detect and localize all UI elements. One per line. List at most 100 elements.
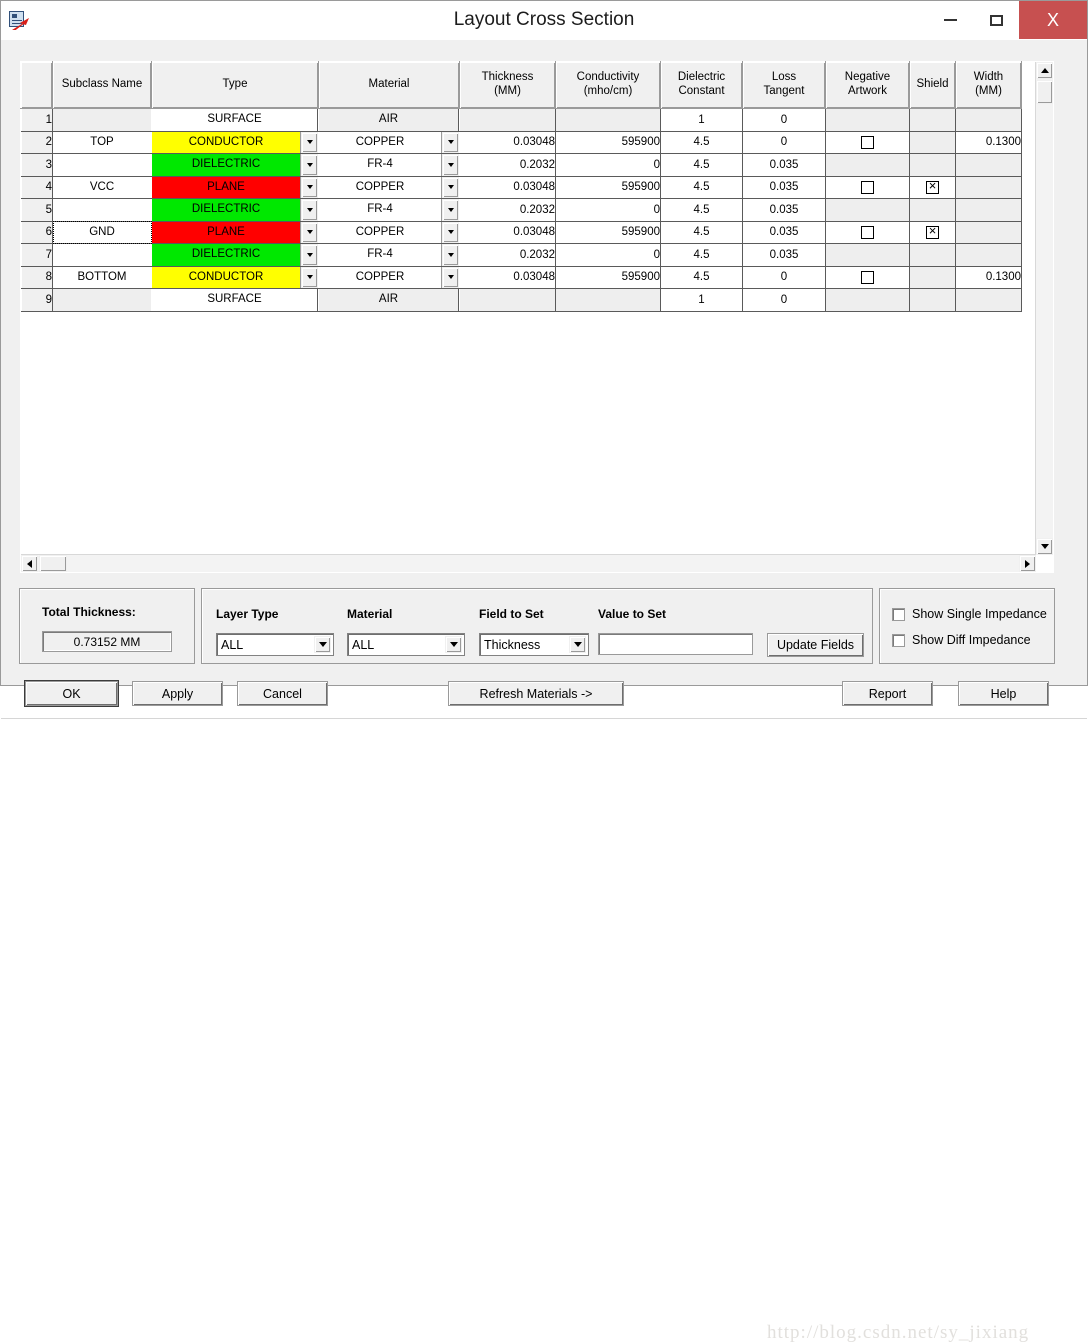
- column-header-loss-tangent[interactable]: Loss Tangent: [742, 61, 826, 109]
- table-row[interactable]: 3 DIELECTRIC FR-4 0.2032 0 4.5 0.035: [20, 153, 1022, 177]
- table-row[interactable]: 2 TOP CONDUCTOR COPPER 0.03048 595900 4.5 0 0.13…: [20, 131, 1022, 154]
- row-number-cell[interactable]: 4: [20, 176, 53, 199]
- row-number-cell[interactable]: 2: [20, 131, 53, 154]
- field-to-set-dropdown-button[interactable]: [569, 636, 586, 653]
- cell-width[interactable]: [955, 288, 1022, 312]
- cell-loss-tangent[interactable]: 0: [742, 288, 826, 312]
- cell-subclass-name[interactable]: [52, 198, 152, 222]
- cell-loss-tangent[interactable]: 0: [742, 108, 826, 132]
- shield-checkbox[interactable]: [926, 223, 939, 239]
- cell-loss-tangent[interactable]: 0.035: [742, 243, 826, 267]
- cell-width[interactable]: [955, 243, 1022, 267]
- cell-conductivity[interactable]: [555, 288, 661, 312]
- cell-material[interactable]: AIR: [318, 288, 460, 312]
- cell-width[interactable]: [955, 221, 1022, 244]
- cell-material-dropdown-button[interactable]: [442, 266, 459, 288]
- help-button[interactable]: Help: [958, 681, 1049, 706]
- row-number-cell[interactable]: 8: [20, 266, 53, 289]
- cell-thickness[interactable]: [459, 288, 556, 312]
- cell-dielectric-constant[interactable]: 1: [660, 288, 743, 312]
- column-header-dielectric-constant[interactable]: Dielectric Constant: [660, 61, 743, 109]
- shield-checkbox[interactable]: [926, 178, 939, 194]
- table-row[interactable]: 4 VCC PLANE COPPER 0.03048 595900 4.5 0.035: [20, 176, 1022, 199]
- cell-dielectric-constant[interactable]: 4.5: [660, 266, 743, 289]
- cell-subclass-name[interactable]: GND: [52, 221, 152, 244]
- cell-loss-tangent[interactable]: 0.035: [742, 153, 826, 177]
- cell-material[interactable]: COPPER: [318, 221, 460, 244]
- cell-conductivity[interactable]: 595900: [555, 176, 661, 199]
- cell-type[interactable]: DIELECTRIC: [151, 198, 319, 222]
- cell-type[interactable]: SURFACE: [151, 288, 319, 312]
- cell-material-value[interactable]: FR-4: [319, 244, 442, 266]
- cell-width[interactable]: [955, 176, 1022, 199]
- column-header-shield[interactable]: Shield: [909, 61, 956, 109]
- cell-type-value[interactable]: SURFACE: [152, 289, 318, 311]
- cell-conductivity[interactable]: 595900: [555, 131, 661, 154]
- cell-dielectric-constant[interactable]: 1: [660, 108, 743, 132]
- row-number-cell[interactable]: 6: [20, 221, 53, 244]
- cell-material-value[interactable]: COPPER: [319, 176, 442, 198]
- scroll-up-button[interactable]: [1036, 62, 1053, 79]
- cell-conductivity[interactable]: 0: [555, 153, 661, 177]
- negative-artwork-checkbox[interactable]: [861, 180, 874, 194]
- cell-material[interactable]: COPPER: [318, 176, 460, 199]
- cell-subclass-name[interactable]: TOP: [52, 131, 152, 154]
- cell-type-value[interactable]: CONDUCTOR: [152, 266, 301, 288]
- cell-loss-tangent[interactable]: 0.035: [742, 221, 826, 244]
- cell-material[interactable]: FR-4: [318, 243, 460, 267]
- column-header-subclass-name[interactable]: Subclass Name: [52, 61, 152, 109]
- cell-material-value[interactable]: FR-4: [319, 154, 442, 176]
- horizontal-scroll-thumb[interactable]: [39, 555, 67, 572]
- cell-type[interactable]: DIELECTRIC: [151, 243, 319, 267]
- cell-width[interactable]: [955, 153, 1022, 177]
- table-row[interactable]: 5 DIELECTRIC FR-4 0.2032 0 4.5 0.035: [20, 198, 1022, 222]
- cell-type[interactable]: PLANE: [151, 221, 319, 244]
- table-row[interactable]: 7 DIELECTRIC FR-4 0.2032 0 4.5 0.035: [20, 243, 1022, 267]
- row-number-cell[interactable]: 3: [20, 153, 53, 177]
- cell-thickness[interactable]: 0.03048: [459, 266, 556, 289]
- report-button[interactable]: Report: [842, 681, 933, 706]
- minimize-button[interactable]: [927, 1, 973, 39]
- cell-conductivity[interactable]: 0: [555, 243, 661, 267]
- column-header-type[interactable]: Type: [151, 61, 319, 109]
- cell-material-dropdown-button[interactable]: [442, 154, 459, 176]
- show-single-impedance-checkbox[interactable]: Show Single Impedance: [892, 607, 1047, 621]
- table-row[interactable]: 6 GND PLANE COPPER 0.03048 595900 4.5 0.035: [20, 221, 1022, 244]
- cell-material-dropdown-button[interactable]: [442, 131, 459, 153]
- cell-thickness[interactable]: 0.03048: [459, 221, 556, 244]
- cell-type-value[interactable]: DIELECTRIC: [152, 199, 301, 221]
- cell-shield[interactable]: [909, 176, 956, 199]
- cell-loss-tangent[interactable]: 0.035: [742, 176, 826, 199]
- refresh-materials-button[interactable]: Refresh Materials ->: [448, 681, 624, 706]
- cell-subclass-name[interactable]: [52, 243, 152, 267]
- cell-loss-tangent[interactable]: 0.035: [742, 198, 826, 222]
- cell-conductivity[interactable]: 0: [555, 198, 661, 222]
- negative-artwork-checkbox[interactable]: [861, 225, 874, 239]
- row-number-cell[interactable]: 5: [20, 198, 53, 222]
- cell-type-value[interactable]: DIELECTRIC: [152, 154, 301, 176]
- cell-type-value[interactable]: DIELECTRIC: [152, 244, 301, 266]
- cell-material[interactable]: COPPER: [318, 266, 460, 289]
- cell-type-dropdown-button[interactable]: [301, 244, 318, 266]
- close-button[interactable]: X: [1019, 1, 1087, 39]
- cell-negative-artwork[interactable]: [825, 266, 910, 289]
- apply-button[interactable]: Apply: [132, 681, 223, 706]
- cell-type-dropdown-button[interactable]: [301, 266, 318, 288]
- cell-material-value[interactable]: COPPER: [319, 131, 442, 153]
- cell-thickness[interactable]: [459, 108, 556, 132]
- material-filter-dropdown-button[interactable]: [445, 636, 462, 653]
- cell-material[interactable]: COPPER: [318, 131, 460, 154]
- cell-type-value[interactable]: PLANE: [152, 221, 301, 243]
- cell-thickness[interactable]: 0.2032: [459, 198, 556, 222]
- update-fields-button[interactable]: Update Fields: [767, 633, 864, 657]
- column-header-material[interactable]: Material: [318, 61, 460, 109]
- scroll-left-button[interactable]: [21, 555, 38, 572]
- vertical-scroll-thumb[interactable]: [1036, 80, 1053, 104]
- layer-type-select[interactable]: ALL: [216, 633, 334, 656]
- value-to-set-input[interactable]: [598, 633, 753, 655]
- cell-loss-tangent[interactable]: 0: [742, 266, 826, 289]
- show-diff-impedance-checkbox[interactable]: Show Diff Impedance: [892, 633, 1031, 647]
- cell-material-value[interactable]: AIR: [319, 109, 459, 131]
- scroll-down-button[interactable]: [1036, 538, 1053, 555]
- negative-artwork-checkbox[interactable]: [861, 270, 874, 284]
